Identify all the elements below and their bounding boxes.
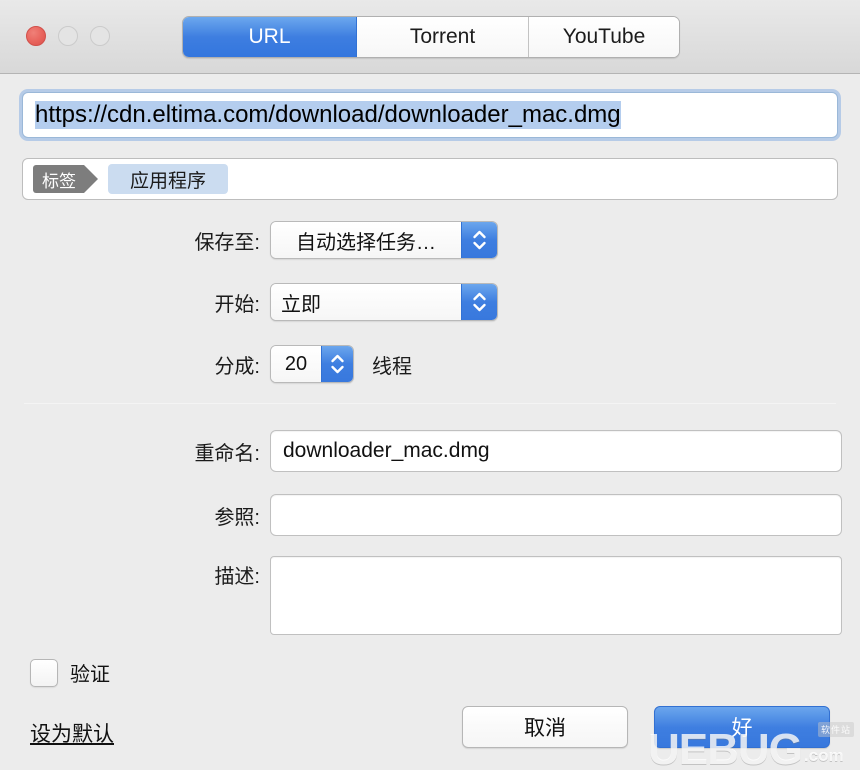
thread-count-row: 分成: 20 线程 [160, 345, 412, 383]
url-input-text: https://cdn.eltima.com/download/download… [23, 101, 837, 129]
verify-checkbox-label: 验证 [70, 664, 110, 686]
start-label: 开始: [214, 293, 260, 316]
tag-token-applications[interactable]: 应用程序 [108, 164, 229, 194]
chevron-updown-icon[interactable] [461, 284, 497, 320]
title-bar: URL Torrent YouTube [0, 0, 860, 74]
start-popup[interactable]: 立即 [270, 283, 498, 321]
thread-count-label: 分成: [214, 355, 260, 378]
close-button[interactable] [26, 26, 46, 46]
save-to-label: 保存至: [194, 231, 260, 254]
chevron-updown-icon[interactable] [321, 346, 353, 382]
download-task-dialog: URL Torrent YouTube https://cdn.eltima.c… [0, 0, 860, 770]
url-input-value: https://cdn.eltima.com/download/download… [35, 101, 621, 129]
watermark-suffix: .com [803, 746, 844, 765]
save-to-popup[interactable]: 自动选择任务… [270, 221, 498, 259]
rename-input-value: downloader_mac.dmg [283, 439, 490, 462]
verify-checkbox[interactable] [30, 658, 58, 687]
traffic-light-controls [26, 26, 110, 46]
minimize-button[interactable] [58, 26, 78, 46]
description-textarea[interactable] [270, 556, 842, 635]
chevron-updown-icon[interactable] [461, 222, 497, 258]
cancel-button[interactable]: 取消 [462, 706, 628, 748]
rename-input[interactable]: downloader_mac.dmg [270, 430, 842, 472]
referrer-label: 参照: [214, 506, 260, 529]
section-divider [24, 403, 836, 404]
description-row: 描述: [160, 556, 842, 635]
tab-youtube[interactable]: YouTube [529, 17, 679, 57]
start-row: 开始: 立即 [160, 283, 498, 321]
tag-badge: 标签 [33, 165, 98, 193]
thread-count-value: 20 [271, 346, 321, 382]
rename-row: 重命名: downloader_mac.dmg [160, 430, 842, 472]
description-label: 描述: [214, 566, 260, 588]
thread-count-stepper[interactable]: 20 [270, 345, 354, 383]
referrer-input[interactable] [270, 494, 842, 536]
rename-label: 重命名: [194, 442, 260, 465]
source-type-segmented-control: URL Torrent YouTube [182, 16, 680, 58]
start-value: 立即 [271, 284, 461, 320]
maximize-button[interactable] [90, 26, 110, 46]
save-to-row: 保存至: 自动选择任务… [160, 221, 498, 259]
tab-url[interactable]: URL [183, 17, 357, 57]
referrer-row: 参照: [160, 494, 842, 536]
tab-torrent[interactable]: Torrent [357, 17, 529, 57]
tag-field[interactable]: 标签 应用程序 [22, 158, 838, 200]
description-textarea-value [271, 557, 841, 573]
ok-button[interactable]: 好 [654, 706, 830, 748]
thread-count-suffix: 线程 [372, 355, 412, 378]
save-to-value: 自动选择任务… [271, 222, 461, 258]
url-input[interactable]: https://cdn.eltima.com/download/download… [22, 92, 838, 138]
set-as-default-link[interactable]: 设为默认 [30, 718, 114, 748]
verify-checkbox-row[interactable]: 验证 [30, 658, 110, 687]
